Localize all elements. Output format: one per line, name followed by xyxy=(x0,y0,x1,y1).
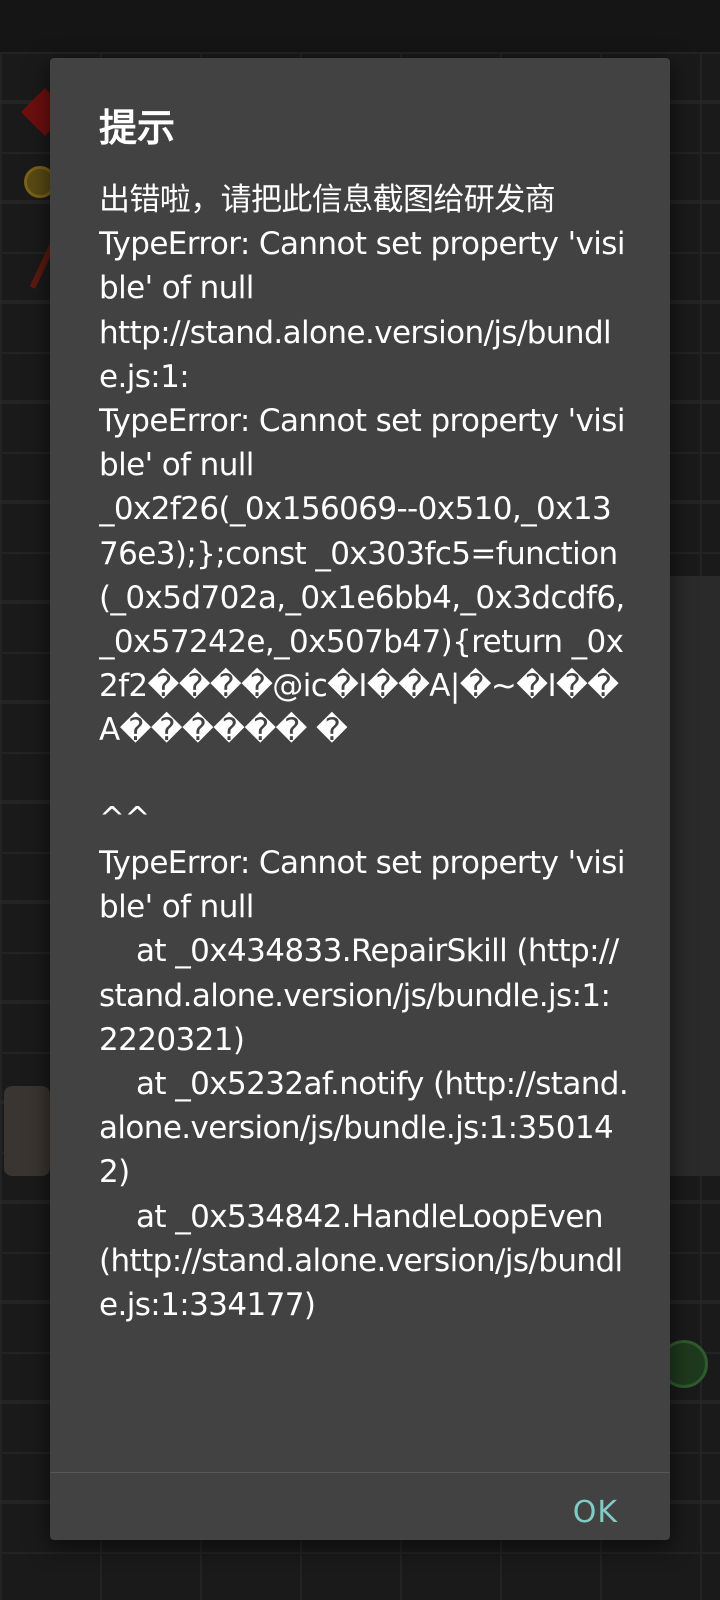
status-bar xyxy=(0,0,720,52)
dialog-message-scroll[interactable]: 出错啦，请把此信息截图给研发商 TypeError: Cannot set pr… xyxy=(99,178,629,1472)
ok-button[interactable]: OK xyxy=(561,1485,630,1539)
dialog-title: 提示 xyxy=(99,106,176,150)
item-card xyxy=(4,1086,50,1176)
dialog-message: 出错啦，请把此信息截图给研发商 TypeError: Cannot set pr… xyxy=(99,182,629,1324)
side-panel xyxy=(668,576,720,1176)
error-dialog: 提示 出错啦，请把此信息截图给研发商 TypeError: Cannot set… xyxy=(50,58,670,1540)
dialog-actions: OK xyxy=(50,1473,670,1540)
